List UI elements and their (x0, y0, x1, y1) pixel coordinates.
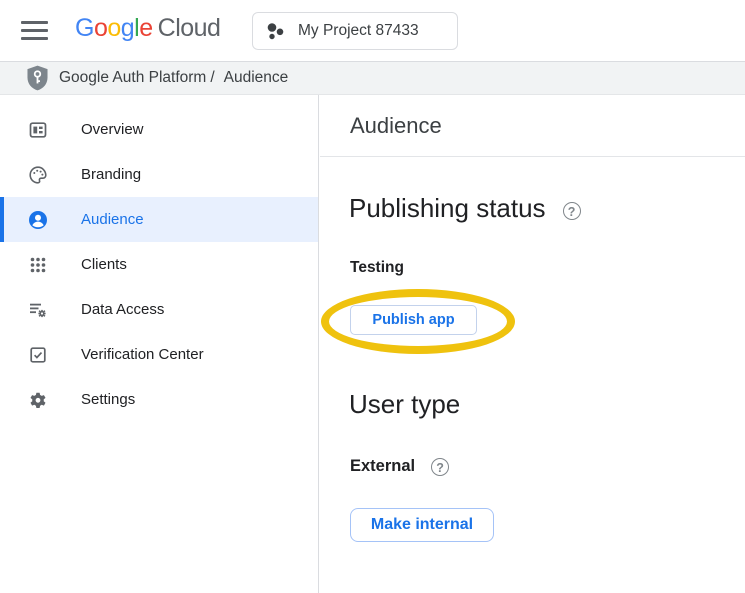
page-title: Audience (350, 113, 442, 138)
checkbox-check-icon (28, 345, 48, 365)
publishing-status-value: Testing (350, 259, 404, 276)
user-type-value: External ? (350, 457, 450, 476)
auth-shield-key-icon (27, 65, 48, 91)
sidebar-item-settings[interactable]: Settings (0, 377, 318, 422)
sidebar-item-audience[interactable]: Audience (0, 197, 318, 242)
sidebar-item-label: Audience (81, 211, 144, 228)
help-icon[interactable]: ? (562, 201, 581, 220)
project-selector-button[interactable]: My Project 87433 (252, 12, 458, 50)
apps-grid-icon (28, 255, 48, 275)
sidebar-item-label: Settings (81, 391, 136, 408)
left-navigation: Overview Branding Audience Clients Data … (0, 95, 319, 593)
user-type-heading: User type (349, 389, 460, 420)
publish-app-button[interactable]: Publish app (350, 305, 477, 335)
make-internal-button[interactable]: Make internal (350, 508, 494, 542)
sidebar-item-data-access[interactable]: Data Access (0, 287, 318, 332)
user-type-heading-text: User type (349, 389, 461, 419)
sidebar-item-label: Overview (81, 121, 144, 138)
sidebar-item-label: Data Access (81, 301, 165, 318)
project-dots-icon (267, 22, 284, 39)
breadcrumb: Google Auth Platform / Audience (0, 61, 745, 95)
google-cloud-logo: Google Cloud (75, 14, 221, 43)
sidebar-item-label: Verification Center (81, 346, 204, 363)
list-gear-icon (28, 300, 48, 320)
breadcrumb-page: Audience (223, 69, 289, 86)
help-icon[interactable]: ? (431, 457, 450, 476)
project-name: My Project 87433 (298, 22, 419, 39)
gear-icon (28, 390, 48, 410)
sidebar-item-verification-center[interactable]: Verification Center (0, 332, 318, 377)
sidebar-item-label: Branding (81, 166, 142, 183)
header-divider (320, 156, 745, 157)
top-app-bar: Google Cloud My Project 87433 (0, 0, 745, 61)
person-icon (28, 210, 48, 230)
breadcrumb-product[interactable]: Google Auth Platform (59, 69, 206, 87)
publishing-status-heading-text: Publishing status (349, 193, 546, 223)
sidebar-item-clients[interactable]: Clients (0, 242, 318, 287)
sidebar-item-branding[interactable]: Branding (0, 152, 318, 197)
sidebar-item-overview[interactable]: Overview (0, 107, 318, 152)
hamburger-menu-icon[interactable] (21, 21, 48, 40)
cloud-logo-text: Cloud (157, 14, 221, 42)
google-logo-text: Google (75, 14, 153, 42)
user-type-value-text: External (350, 457, 416, 475)
palette-icon (28, 165, 48, 185)
breadcrumb-separator: / (210, 69, 215, 86)
publishing-status-heading: Publishing status ? (349, 193, 581, 224)
overview-icon (28, 120, 48, 140)
sidebar-item-label: Clients (81, 256, 127, 273)
